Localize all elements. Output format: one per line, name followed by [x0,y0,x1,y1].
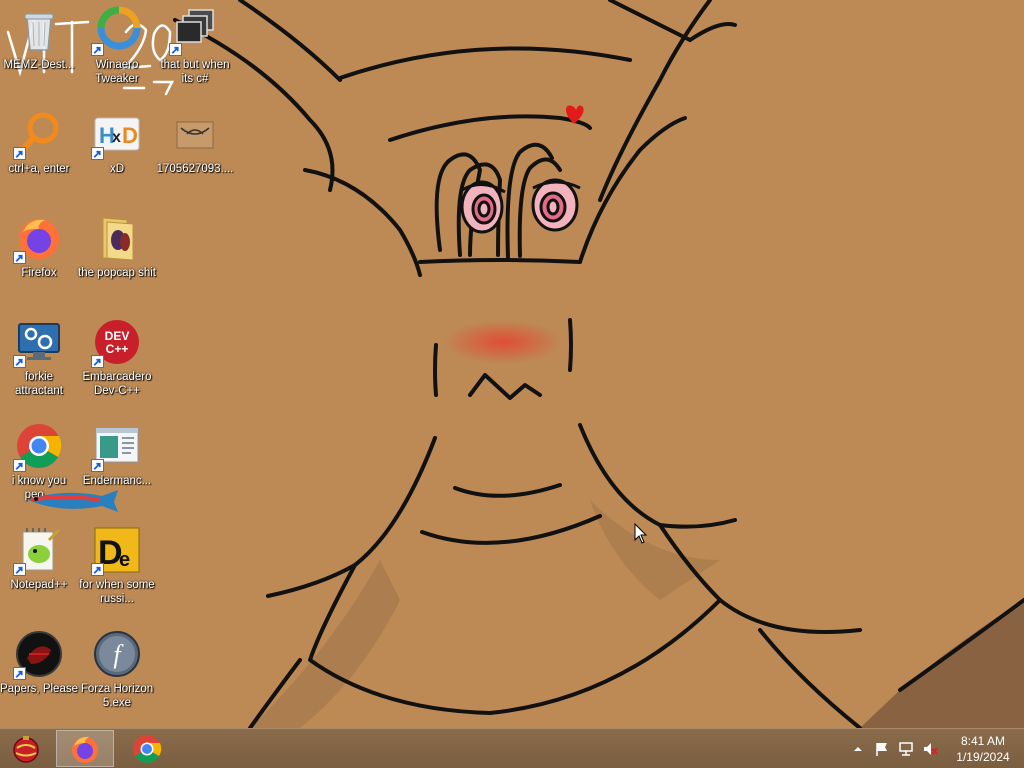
svg-text:DEV: DEV [105,329,130,343]
svg-text:C++: C++ [106,342,129,356]
svg-text:D: D [122,123,138,148]
network-button[interactable] [898,741,914,757]
desktop-icon-label: MEMZ-Dest... [3,59,75,71]
taskbar-clock[interactable]: 8:41 AM 1/19/2024 [948,733,1018,765]
desktop-icon-label: Notepad++ [10,579,68,591]
desktop-icon-notepadpp[interactable]: Notepad++ [0,520,78,616]
svg-text:x: x [112,129,121,146]
desktop-icon-label: Forza Horizon 5.exe [80,683,154,709]
firefox-icon [72,736,98,763]
flash-icon: f [94,631,140,677]
desktop-icon-label: for when some russi... [79,579,155,605]
start-orb-icon [13,735,39,763]
volume-button[interactable] [922,741,938,757]
shortcut-arrow-icon [91,43,104,56]
desktop-icon-label: the popcap shit [78,267,157,279]
desktop-icon-xd[interactable]: H x D xD [78,104,156,200]
shortcut-arrow-icon [13,147,26,160]
desktop-icon-popcap[interactable]: the popcap shit [78,208,156,304]
mouse-cursor-icon [634,523,648,544]
clock-date: 1/19/2024 [956,750,1010,764]
recycle-bin-icon [24,13,54,51]
desktop-icon-label: that but when its c# [160,59,230,85]
image-file-icon [176,121,214,149]
svg-text:e: e [119,549,130,571]
taskbar-firefox-button[interactable] [56,730,114,767]
desktop-icon-label: Embarcadero Dev-C++ [82,371,152,397]
desktop-icon-for-when-some-russi[interactable]: D e for when some russi... [78,520,156,616]
desktop-icon-papers-please[interactable]: Papers, Please [0,624,78,720]
desktop-icon-firefox[interactable]: Firefox [0,208,78,304]
desktop-icon-ctrl-a-enter[interactable]: ctrl+a, enter [0,104,78,200]
chrome-icon [133,734,162,763]
desktop: MEMZ-Dest... ctrl+a, enter Firefox forki… [0,0,1024,728]
desktop-icon-label: 1705627093.... [156,163,234,175]
desktop-icon-label: Papers, Please [0,683,78,695]
folder-icon [102,217,134,261]
shortcut-arrow-icon [13,563,26,576]
start-button[interactable] [0,730,52,767]
desktop-icon-label: xD [109,163,125,175]
shortcut-arrow-icon [91,459,104,472]
show-hidden-icons-button[interactable] [850,741,866,757]
desktop-icon-winaero-tweaker[interactable]: Winaero Tweaker [78,0,156,96]
desktop-icon-memz[interactable]: MEMZ-Dest... [0,0,78,96]
taskbar-chrome-button[interactable] [118,730,176,767]
desktop-icon-label: Firefox [21,267,57,279]
desktop-icon-forkie-attractant[interactable]: forkie attractant [0,312,78,408]
chevron-up-icon [854,747,862,751]
shortcut-arrow-icon [91,147,104,160]
shortcut-arrow-icon [91,355,104,368]
volume-muted-icon [924,743,938,755]
clock-time: 8:41 AM [960,734,1006,748]
shortcut-arrow-icon [13,251,26,264]
shortcut-arrow-icon [91,563,104,576]
desktop-icon-label: ctrl+a, enter [8,163,70,175]
desktop-icon-image-file[interactable]: 1705627093.... [156,104,234,200]
desktop-icon-forza-horizon[interactable]: f Forza Horizon 5.exe [78,624,156,720]
network-icon [899,742,913,756]
action-center-button[interactable] [874,741,890,757]
shortcut-arrow-icon [13,667,26,680]
desktop-icon-label: Winaero Tweaker [95,59,139,85]
shortcut-arrow-icon [169,43,182,56]
shortcut-arrow-icon [13,355,26,368]
desktop-icon-that-but-when[interactable]: that but when its c# [156,0,234,96]
shortcut-arrow-icon [13,459,26,472]
taskbar: 8:41 AM 1/19/2024 [0,728,1024,768]
desktop-icon-devcpp[interactable]: DEV C++ Embarcadero Dev-C++ [78,312,156,408]
desktop-icon-label: Endermanc... [82,475,152,487]
desktop-icon-endermanch[interactable]: Endermanc... [78,416,156,512]
action-center-flag-icon [876,743,887,756]
desktop-icon-label: forkie attractant [15,371,63,397]
